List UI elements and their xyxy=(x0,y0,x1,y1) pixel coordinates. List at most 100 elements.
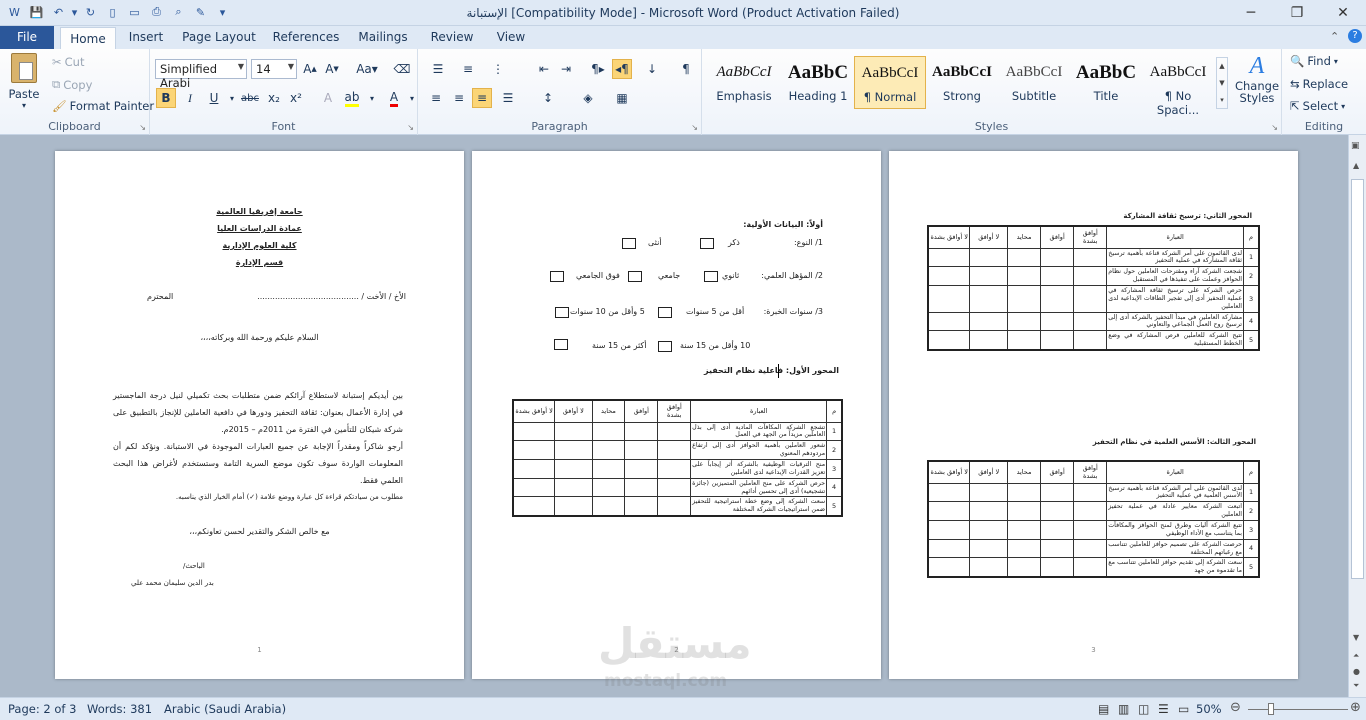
copy-button[interactable]: ⧉ Copy xyxy=(52,77,92,92)
answer-cell[interactable] xyxy=(512,440,556,460)
answer-cell[interactable] xyxy=(969,311,1008,332)
answer-cell[interactable] xyxy=(1040,247,1075,268)
bold-icon[interactable]: B xyxy=(156,88,176,108)
align-right-icon[interactable]: ≡ xyxy=(472,88,492,108)
style-emphasis[interactable]: AaBbCcI Emphasis xyxy=(708,56,780,109)
answer-cell[interactable] xyxy=(624,421,659,442)
checkbox-male[interactable] xyxy=(700,238,714,249)
numbering-icon[interactable]: ≡ xyxy=(458,59,478,79)
answer-cell[interactable] xyxy=(1073,501,1108,521)
draft-icon[interactable]: ▭ xyxy=(1178,702,1189,716)
outline-icon[interactable]: ☰ xyxy=(1158,702,1169,716)
answer-cell[interactable] xyxy=(591,458,626,479)
answer-cell[interactable] xyxy=(512,496,556,517)
align-left-icon[interactable]: ≡ xyxy=(426,88,446,108)
scroll-up-icon[interactable]: ▲ xyxy=(1353,161,1359,170)
tab-page-layout[interactable]: Page Layout xyxy=(180,26,258,49)
page-count[interactable]: Page: 2 of 3 xyxy=(8,702,76,716)
answer-cell[interactable] xyxy=(512,477,556,498)
answer-cell[interactable] xyxy=(1006,482,1042,503)
style-strong[interactable]: AaBbCcI Strong xyxy=(926,56,998,109)
answer-cell[interactable] xyxy=(1073,538,1108,559)
checkbox-secondary[interactable] xyxy=(704,271,718,282)
web-layout-icon[interactable]: ◫ xyxy=(1138,702,1149,716)
scroll-down-icon[interactable]: ▼ xyxy=(1353,633,1359,642)
answer-cell[interactable] xyxy=(657,458,692,479)
font-name-combo[interactable]: Simplified Arabi ▼ xyxy=(155,59,247,90)
maximize-icon[interactable]: ❐ xyxy=(1274,0,1320,26)
checkbox-exp-4[interactable] xyxy=(554,339,568,350)
answer-cell[interactable] xyxy=(969,557,1008,578)
superscript-icon[interactable]: x² xyxy=(286,88,306,108)
rtl-icon[interactable]: ◂¶ xyxy=(612,59,632,79)
answer-cell[interactable] xyxy=(1040,284,1075,313)
answer-cell[interactable] xyxy=(969,266,1008,286)
font-size-combo[interactable]: 14 ▼ xyxy=(251,59,297,79)
zoom-in-icon[interactable]: ⊕ xyxy=(1350,700,1361,715)
page-1[interactable]: جامعة إفريقيا العالمية عمادة الدراسات ال… xyxy=(55,151,464,679)
full-screen-icon[interactable]: ▥ xyxy=(1118,702,1129,716)
tab-references[interactable]: References xyxy=(270,26,342,49)
answer-cell[interactable] xyxy=(554,496,593,517)
help-icon[interactable]: ? xyxy=(1348,29,1362,43)
clear-formatting-icon[interactable]: ⌫ xyxy=(392,59,412,79)
answer-cell[interactable] xyxy=(1006,247,1042,268)
style-heading-1[interactable]: AaBbC Heading 1 xyxy=(782,56,854,109)
line-spacing-icon[interactable]: ↕ xyxy=(538,88,558,108)
zoom-slider-thumb[interactable] xyxy=(1268,703,1274,715)
answer-cell[interactable] xyxy=(1006,311,1042,332)
highlight-dropdown-icon[interactable]: ▾ xyxy=(362,88,382,108)
document-area[interactable]: جامعة إفريقيا العالمية عمادة الدراسات ال… xyxy=(0,135,1348,697)
checkbox-university[interactable] xyxy=(628,271,642,282)
tab-file[interactable]: File xyxy=(0,26,54,49)
justify-icon[interactable]: ☰ xyxy=(498,88,518,108)
increase-indent-icon[interactable]: ⇥ xyxy=(556,59,576,79)
answer-cell[interactable] xyxy=(624,477,659,498)
checkbox-exp-1[interactable] xyxy=(658,307,672,318)
answer-cell[interactable] xyxy=(969,330,1008,351)
bullets-icon[interactable]: ☰ xyxy=(428,59,448,79)
zoom-level[interactable]: 50% xyxy=(1196,702,1222,716)
answer-cell[interactable] xyxy=(1040,482,1075,503)
tab-home[interactable]: Home xyxy=(60,27,116,49)
text-effects-icon[interactable]: A xyxy=(318,88,338,108)
answer-cell[interactable] xyxy=(1040,538,1075,559)
answer-cell[interactable] xyxy=(657,496,692,517)
checkbox-exp-3[interactable] xyxy=(658,341,672,352)
answer-cell[interactable] xyxy=(554,421,593,442)
tab-insert[interactable]: Insert xyxy=(122,26,170,49)
answer-cell[interactable] xyxy=(927,284,971,313)
sort-icon[interactable]: ↓ xyxy=(642,59,662,79)
answer-cell[interactable] xyxy=(927,557,971,578)
answer-cell[interactable] xyxy=(927,247,971,268)
answer-cell[interactable] xyxy=(591,496,626,517)
answer-cell[interactable] xyxy=(657,440,692,460)
zoom-out-icon[interactable]: ⊖ xyxy=(1230,700,1241,715)
answer-cell[interactable] xyxy=(1006,557,1042,578)
answer-cell[interactable] xyxy=(512,421,556,442)
checkbox-postgraduate[interactable] xyxy=(550,271,564,282)
answer-cell[interactable] xyxy=(927,266,971,286)
answer-cell[interactable] xyxy=(591,421,626,442)
subscript-icon[interactable]: x₂ xyxy=(264,88,284,108)
zoom-slider[interactable] xyxy=(1248,709,1348,710)
answer-cell[interactable] xyxy=(1040,266,1075,286)
answer-cell[interactable] xyxy=(591,440,626,460)
styles-launcher-icon[interactable]: ↘ xyxy=(1271,123,1278,132)
paragraph-launcher-icon[interactable]: ↘ xyxy=(691,123,698,132)
checkbox-exp-2[interactable] xyxy=(555,307,569,318)
replace-button[interactable]: ⇆ Replace xyxy=(1290,77,1348,91)
checkbox-female[interactable] xyxy=(622,238,636,249)
show-hide-icon[interactable]: ¶ xyxy=(676,59,696,79)
answer-cell[interactable] xyxy=(1073,330,1108,351)
answer-cell[interactable] xyxy=(657,477,692,498)
ltr-icon[interactable]: ¶▸ xyxy=(588,59,608,79)
shrink-font-icon[interactable]: A ▼ xyxy=(322,59,342,79)
clipboard-launcher-icon[interactable]: ↘ xyxy=(139,123,146,132)
answer-cell[interactable] xyxy=(1073,482,1108,503)
answer-cell[interactable] xyxy=(1073,311,1108,332)
format-painter-button[interactable]: 🖌 Format Painter xyxy=(52,99,154,113)
next-page-icon[interactable]: ⏷ xyxy=(1353,681,1359,691)
answer-cell[interactable] xyxy=(927,519,971,540)
answer-cell[interactable] xyxy=(554,440,593,460)
